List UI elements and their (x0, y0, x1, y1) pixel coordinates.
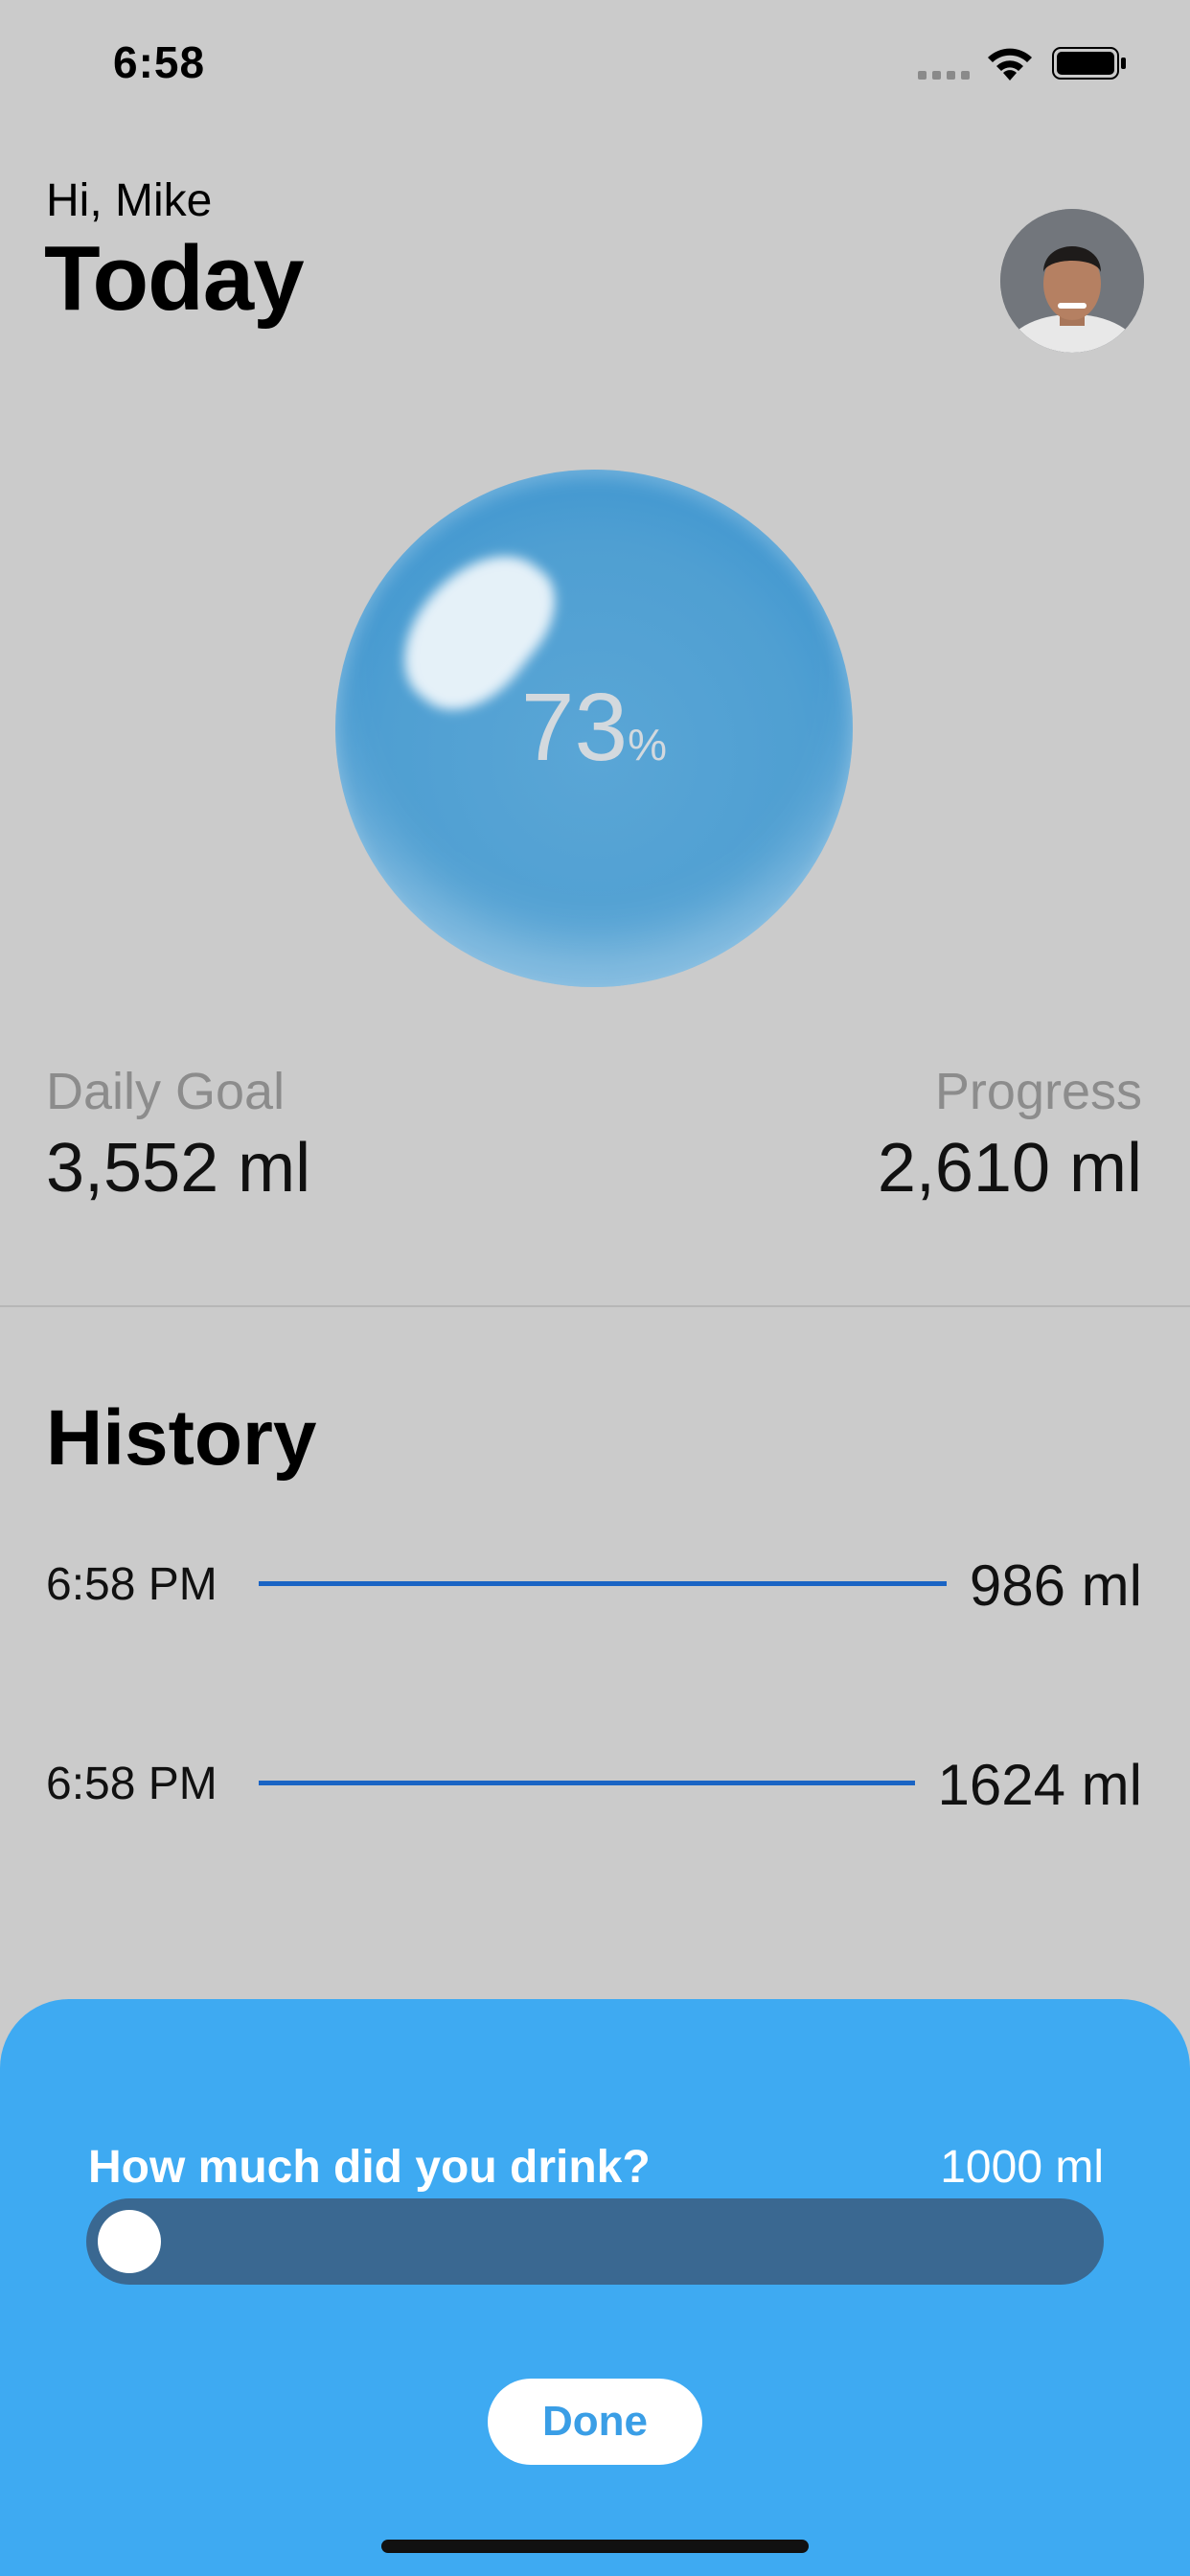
progress-percent-unit: % (628, 720, 668, 770)
history-time: 6:58 PM (46, 1759, 217, 1809)
history-row: 6:58 PM 1624 ml (46, 1748, 1142, 1817)
signal-icon (918, 71, 970, 80)
greeting-text: Hi, Mike (46, 175, 213, 226)
battery-icon (1052, 47, 1126, 80)
history-amount: 1624 ml (937, 1753, 1142, 1817)
progress-label: Progress (934, 1063, 1142, 1120)
daily-goal-label: Daily Goal (46, 1063, 286, 1120)
wifi-icon (988, 48, 1032, 80)
progress-sphere: 73% (335, 470, 853, 987)
history-title: History (46, 1394, 317, 1482)
slider-thumb[interactable] (98, 2210, 161, 2273)
home-indicator[interactable] (381, 2540, 809, 2553)
done-button[interactable]: Done (488, 2379, 702, 2465)
history-bar (259, 1781, 915, 1785)
page-title: Today (44, 227, 305, 330)
drink-question-label: How much did you drink? (88, 2142, 651, 2193)
daily-goal-value: 3,552 ml (46, 1130, 311, 1207)
history-time: 6:58 PM (46, 1559, 217, 1610)
progress-value: 2,610 ml (877, 1130, 1142, 1207)
progress-percent-value: 73 (520, 674, 629, 781)
history-row: 6:58 PM 986 ml (46, 1549, 1142, 1618)
history-amount: 986 ml (969, 1553, 1142, 1618)
status-time: 6:58 (113, 37, 206, 87)
drink-input-sheet: How much did you drink? 1000 ml Done (0, 1999, 1190, 2576)
divider (0, 1305, 1190, 1307)
history-bar (259, 1581, 947, 1586)
user-photo-icon (1000, 209, 1144, 353)
avatar[interactable] (1000, 209, 1144, 353)
drink-amount-value: 1000 ml (940, 2142, 1104, 2193)
amount-slider[interactable] (86, 2198, 1104, 2285)
progress-percent: 73% (335, 673, 853, 783)
